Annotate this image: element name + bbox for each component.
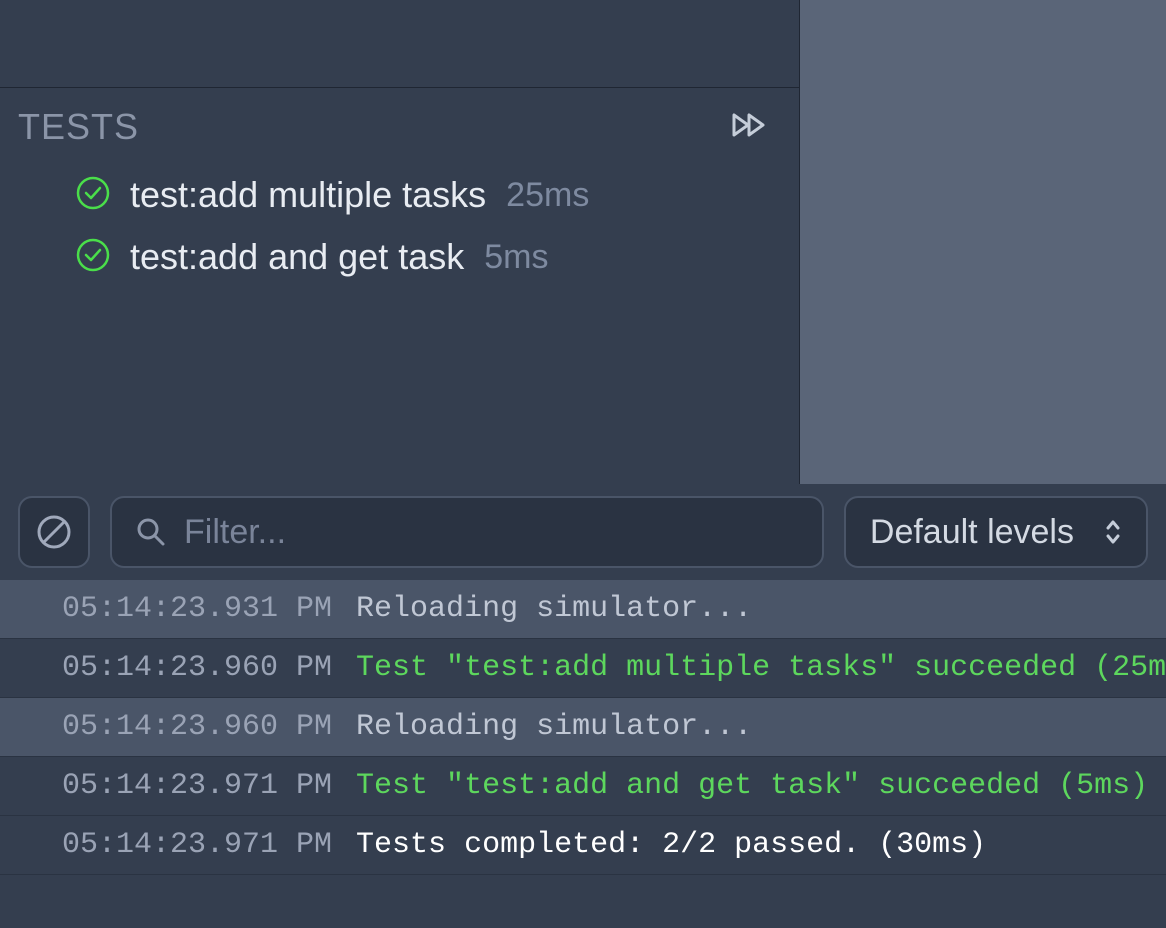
tests-panel: TESTS test:add multiple tasks 25ms [0, 0, 800, 484]
chevron-up-down-icon [1104, 518, 1122, 546]
test-name: test:add multiple tasks [130, 174, 486, 216]
search-icon [136, 517, 166, 547]
log-message: Tests completed: 2/2 passed. (30ms) [356, 828, 986, 862]
filter-input[interactable] [184, 513, 798, 552]
console-log[interactable]: 05:14:23.931 PM Reloading simulator... 0… [0, 580, 1166, 928]
run-all-icon[interactable] [731, 111, 771, 144]
check-circle-icon [76, 238, 110, 277]
log-levels-label: Default levels [870, 513, 1074, 552]
log-timestamp: 05:14:23.931 PM [62, 592, 332, 626]
log-message: Reloading simulator... [356, 710, 752, 744]
log-entry: 05:14:23.931 PM Reloading simulator... [0, 580, 1166, 639]
log-timestamp: 05:14:23.960 PM [62, 710, 332, 744]
right-panel [800, 0, 1166, 484]
tests-list: test:add multiple tasks 25ms test:add an… [0, 160, 799, 292]
log-entry: 05:14:23.960 PM Reloading simulator... [0, 698, 1166, 757]
test-name: test:add and get task [130, 236, 464, 278]
console-toolbar: Default levels [0, 484, 1166, 580]
clear-console-button[interactable] [18, 496, 90, 568]
log-entry: 05:14:23.971 PM Test "test:add and get t… [0, 757, 1166, 816]
tests-title: TESTS [18, 106, 139, 148]
clear-icon [36, 514, 72, 550]
log-levels-select[interactable]: Default levels [844, 496, 1148, 568]
test-duration: 5ms [484, 238, 548, 277]
log-message: Test "test:add multiple tasks" succeeded… [356, 651, 1166, 685]
test-item[interactable]: test:add multiple tasks 25ms [0, 164, 799, 226]
log-entry: 05:14:23.971 PM Tests completed: 2/2 pas… [0, 816, 1166, 875]
test-item[interactable]: test:add and get task 5ms [0, 226, 799, 288]
log-timestamp: 05:14:23.971 PM [62, 828, 332, 862]
console-panel: Default levels 05:14:23.931 PM Reloading… [0, 484, 1166, 928]
test-duration: 25ms [506, 176, 589, 215]
log-message: Test "test:add and get task" succeeded (… [356, 769, 1148, 803]
check-circle-icon [76, 176, 110, 215]
panel-empty-area [0, 0, 799, 88]
log-timestamp: 05:14:23.971 PM [62, 769, 332, 803]
log-timestamp: 05:14:23.960 PM [62, 651, 332, 685]
log-message: Reloading simulator... [356, 592, 752, 626]
log-entry: 05:14:23.960 PM Test "test:add multiple … [0, 639, 1166, 698]
filter-input-container[interactable] [110, 496, 824, 568]
